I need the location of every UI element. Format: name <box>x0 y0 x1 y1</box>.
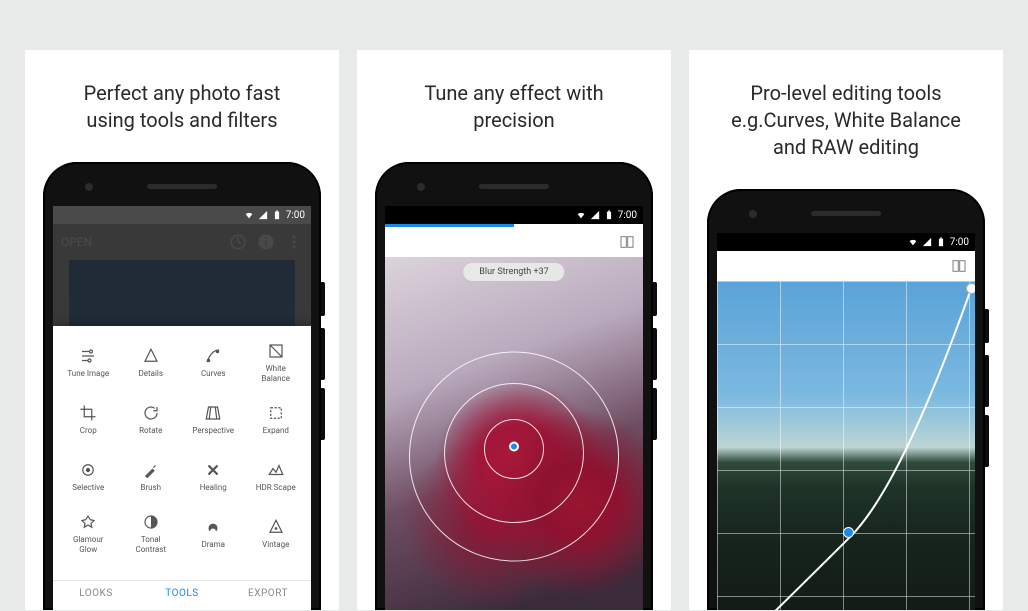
tool-tune-image[interactable]: Tune Image <box>57 334 120 391</box>
hdr-icon <box>267 461 285 479</box>
tool-label: Brush <box>140 483 161 492</box>
promo-panel-1: Perfect any photo fast using tools and f… <box>25 50 339 610</box>
tab-looks[interactable]: LOOKS <box>53 581 139 610</box>
curves-canvas[interactable] <box>717 281 975 610</box>
vintage-icon <box>267 518 285 536</box>
tool-label: Tune Image <box>67 369 109 378</box>
headline-2: Tune any effect with precision <box>406 80 621 134</box>
tool-tonal-contrast[interactable]: Tonal Contrast <box>120 505 183 562</box>
wifi-icon <box>576 210 586 220</box>
tool-label: White Balance <box>262 364 290 382</box>
phone-mockup-3: 7:00 <box>707 189 985 610</box>
signal-icon <box>922 237 932 247</box>
tab-export[interactable]: EXPORT <box>225 581 311 610</box>
compare-icon[interactable] <box>619 234 635 250</box>
status-time: 7:00 <box>618 210 637 221</box>
status-bar: 7:00 <box>385 206 643 224</box>
signal-icon <box>590 210 600 220</box>
tool-label: Curves <box>201 369 226 378</box>
tool-healing[interactable]: Healing <box>182 448 245 505</box>
tool-label: HDR Scape <box>256 483 296 492</box>
perspective-icon <box>204 404 222 422</box>
battery-icon <box>604 210 614 220</box>
phone-mockup-1: 7:00 OPEN Tune ImageDetailsCurvesWhite B… <box>43 162 321 610</box>
promo-panel-2: Tune any effect with precision 7:00 Blur… <box>357 50 671 610</box>
tool-white-balance[interactable]: White Balance <box>245 334 308 391</box>
status-time: 7:00 <box>286 210 305 221</box>
tool-expand[interactable]: Expand <box>245 391 308 448</box>
drama-icon <box>204 518 222 536</box>
phone-mockup-2: 7:00 Blur Strength +37 <box>375 162 653 610</box>
headline-1: Perfect any photo fast using tools and f… <box>66 80 299 134</box>
tool-details[interactable]: Details <box>120 334 183 391</box>
brush-icon <box>142 461 160 479</box>
tool-label: Rotate <box>139 426 162 435</box>
details-icon <box>142 347 160 365</box>
battery-icon <box>272 210 282 220</box>
curve-point-highlight[interactable] <box>966 283 975 294</box>
wb-icon <box>267 342 285 360</box>
editor-canvas[interactable]: Blur Strength +37 <box>385 257 643 610</box>
tool-label: Vintage <box>262 540 289 549</box>
tool-perspective[interactable]: Perspective <box>182 391 245 448</box>
compare-icon[interactable] <box>951 258 967 274</box>
editor-top-row <box>385 227 643 257</box>
tool-curves[interactable]: Curves <box>182 334 245 391</box>
tool-label: Expand <box>263 426 289 435</box>
wifi-icon <box>908 237 918 247</box>
editor-top-row <box>717 251 975 281</box>
tool-brush[interactable]: Brush <box>120 448 183 505</box>
wifi-icon <box>244 210 254 220</box>
promo-panel-3: Pro-level editing tools e.g.Curves, Whit… <box>689 50 1003 610</box>
tool-label: Glamour Glow <box>73 535 103 553</box>
rotate-icon <box>142 404 160 422</box>
tool-vintage[interactable]: Vintage <box>245 505 308 562</box>
glamour-icon <box>79 513 97 531</box>
battery-icon <box>936 237 946 247</box>
tool-label: Drama <box>201 540 225 549</box>
expand-icon <box>267 404 285 422</box>
crop-icon <box>79 404 97 422</box>
effect-value-pill: Blur Strength +37 <box>463 263 564 281</box>
tool-label: Perspective <box>192 426 234 435</box>
tool-hdr-scape[interactable]: HDR Scape <box>245 448 308 505</box>
tab-tools[interactable]: TOOLS <box>139 581 225 610</box>
headline-3: Pro-level editing tools e.g.Curves, Whit… <box>713 80 979 161</box>
tool-label: Tonal Contrast <box>136 535 166 553</box>
tool-drama[interactable]: Drama <box>182 505 245 562</box>
tool-label: Healing <box>200 483 227 492</box>
tool-crop[interactable]: Crop <box>57 391 120 448</box>
tool-label: Details <box>139 369 163 378</box>
selective-icon <box>79 461 97 479</box>
status-time: 7:00 <box>950 237 969 248</box>
curves-grid <box>717 281 975 610</box>
tool-label: Crop <box>80 426 97 435</box>
status-bar: 7:00 <box>717 233 975 251</box>
tool-rotate[interactable]: Rotate <box>120 391 183 448</box>
tonal-icon <box>142 513 160 531</box>
tools-sheet: Tune Image Details Curves White Balance Crop… <box>53 326 311 610</box>
status-bar: 7:00 <box>53 206 311 224</box>
signal-icon <box>258 210 268 220</box>
tool-label: Selective <box>72 483 104 492</box>
tool-selective[interactable]: Selective <box>57 448 120 505</box>
bottom-tabs: LOOKS TOOLS EXPORT <box>53 580 311 610</box>
curve-point-mid[interactable] <box>843 527 854 538</box>
healing-icon <box>204 461 222 479</box>
curves-icon <box>204 347 222 365</box>
focus-center-handle[interactable] <box>509 442 519 452</box>
tune-icon <box>79 347 97 365</box>
tool-glamour-glow[interactable]: Glamour Glow <box>57 505 120 562</box>
